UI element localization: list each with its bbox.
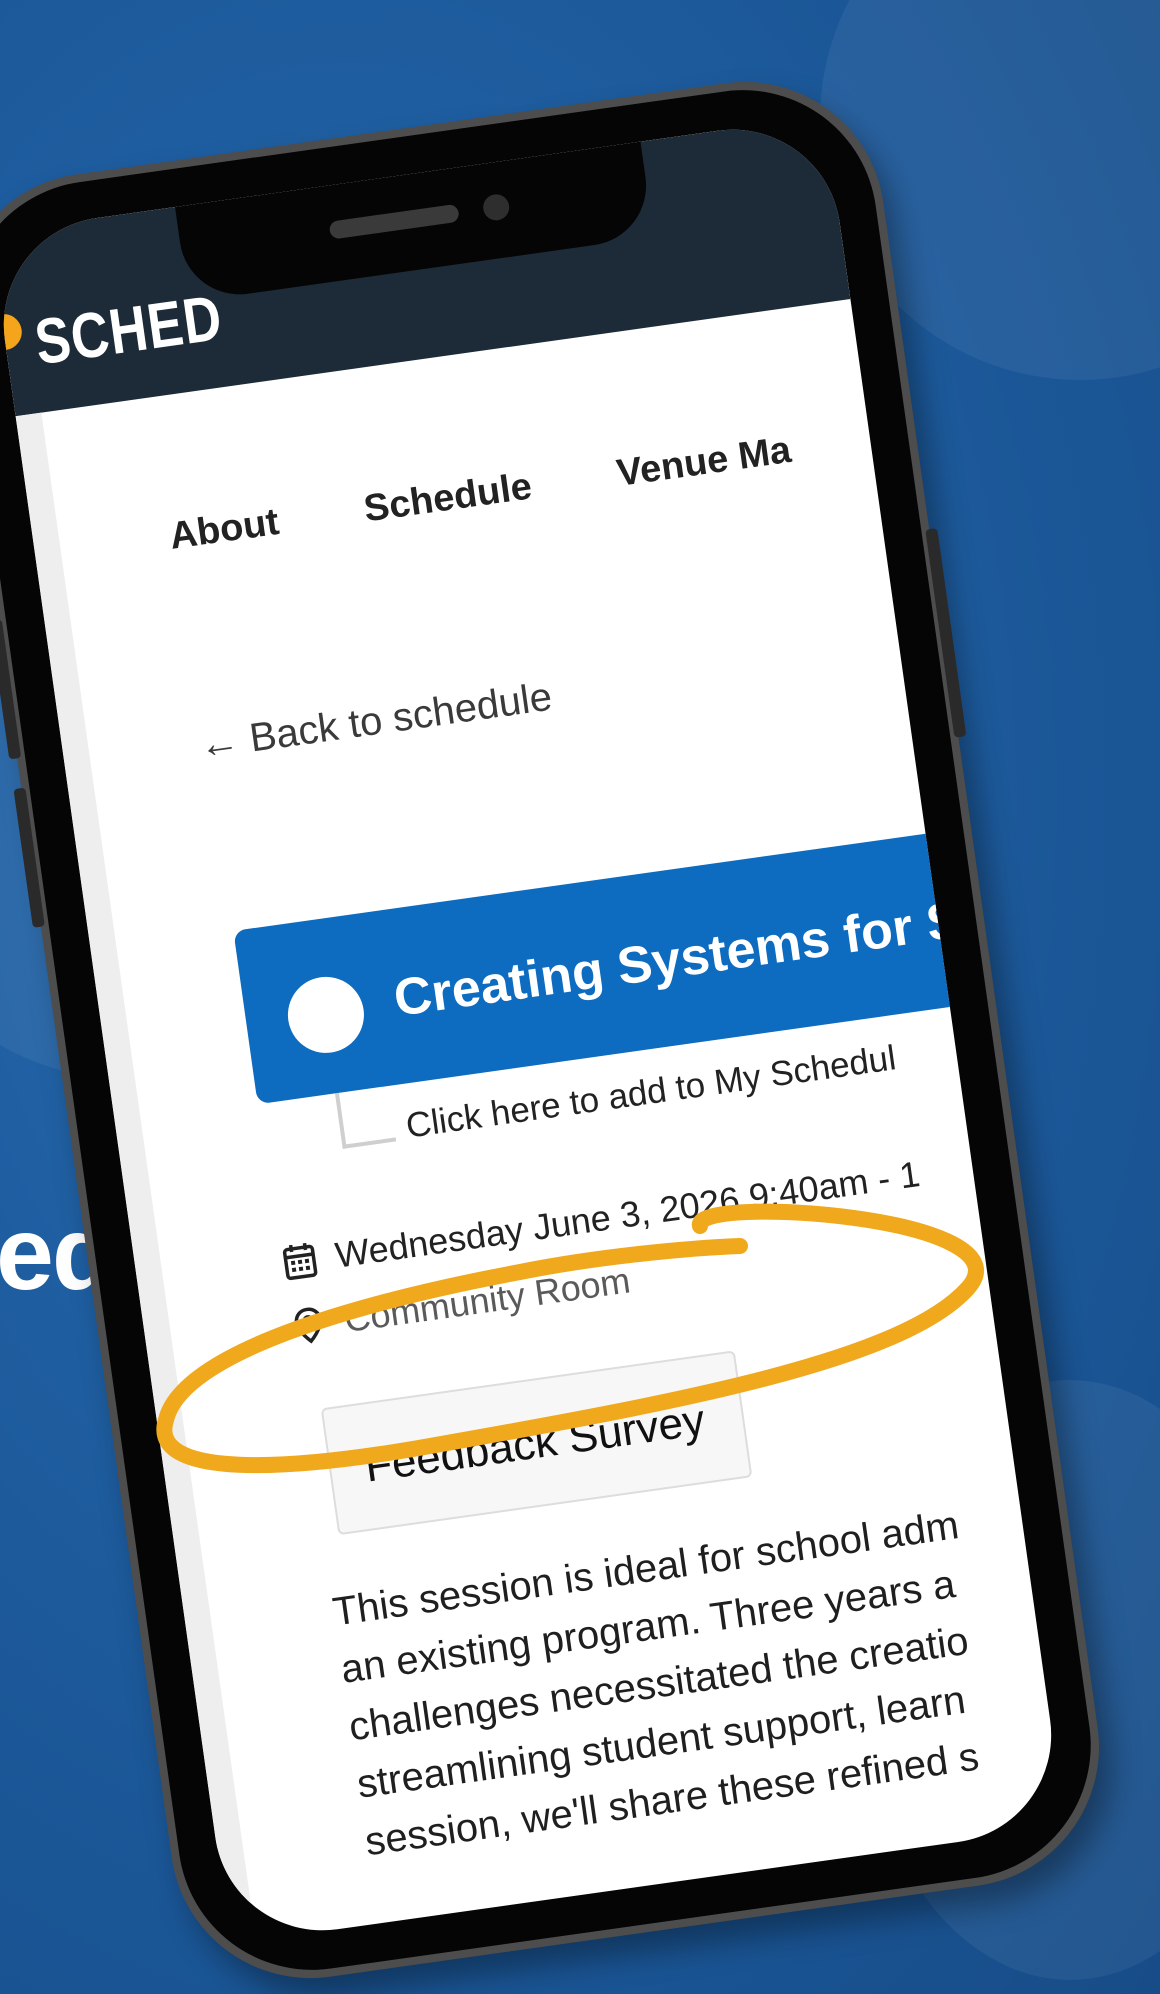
logo-dot-icon <box>0 311 25 353</box>
add-to-schedule-toggle[interactable] <box>283 971 369 1058</box>
main-nav: About Schedule Venue Ma <box>167 418 875 559</box>
location-pin-icon <box>288 1303 329 1348</box>
front-camera <box>481 192 511 223</box>
feedback-survey-button[interactable]: Feedback Survey <box>320 1350 753 1536</box>
session-datetime-text: Wednesday June 3, 2026 9:40am - 1 <box>332 1153 923 1276</box>
nav-item-schedule[interactable]: Schedule <box>361 465 534 531</box>
back-to-schedule-link[interactable]: ← Back to schedule <box>196 675 555 769</box>
sched-logo[interactable]: SCHED <box>30 280 227 379</box>
connector-line <box>334 1085 397 1149</box>
promo-stage: ed SCHED About Schedule Venue Ma ← Back … <box>0 0 1160 1994</box>
nav-item-venue-map[interactable]: Venue Ma <box>614 429 794 496</box>
phone-body: SCHED About Schedule Venue Ma ← Back to … <box>0 72 1109 1988</box>
session-location-link[interactable]: Community Room <box>342 1259 633 1341</box>
speaker-grille <box>328 203 460 240</box>
session-title: Creating Systems for S <box>390 890 966 1028</box>
calendar-icon <box>279 1239 320 1284</box>
nav-item-about[interactable]: About <box>167 501 282 559</box>
phone-mockup: SCHED About Schedule Venue Ma ← Back to … <box>0 63 1118 1994</box>
